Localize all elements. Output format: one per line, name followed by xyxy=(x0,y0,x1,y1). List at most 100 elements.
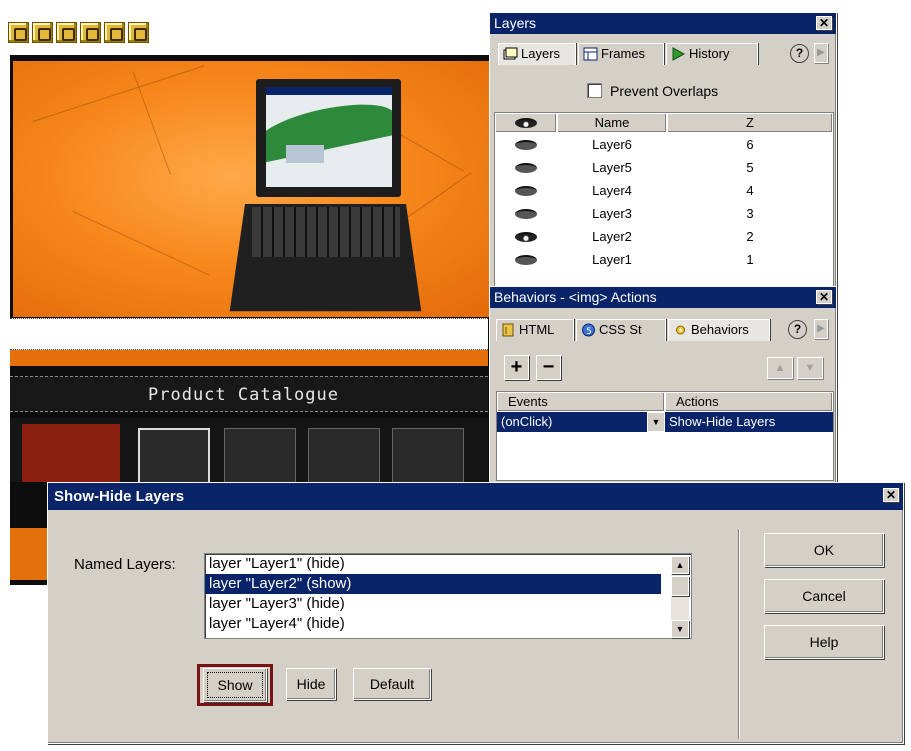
listbox-scrollbar[interactable]: ▲ ▼ xyxy=(671,556,689,638)
move-up-icon[interactable]: ▲ xyxy=(767,357,793,379)
visibility-cell[interactable] xyxy=(495,225,557,248)
tab-css-styles[interactable]: 5 CSS St xyxy=(576,319,666,341)
layer-name: Layer1 xyxy=(592,252,632,267)
behaviors-tabbar: HTML 5 CSS St Behaviors ? ▶ xyxy=(496,319,834,343)
ok-button[interactable]: OK xyxy=(764,533,884,567)
layer-row[interactable]: Layer5 5 xyxy=(495,156,833,179)
visibility-column-header[interactable] xyxy=(495,113,557,133)
remove-behavior-button[interactable]: − xyxy=(536,355,561,380)
layer-marker-icon[interactable] xyxy=(8,22,29,43)
tab-layers[interactable]: Layers xyxy=(498,43,576,65)
thumbnail-laptop[interactable] xyxy=(138,428,210,484)
thumbnail-tower[interactable] xyxy=(308,428,380,484)
tab-html[interactable]: HTML xyxy=(496,319,574,341)
layer-marker-icon[interactable] xyxy=(104,22,125,43)
tab-label: HTML xyxy=(519,322,555,337)
thumbnail-monitor[interactable] xyxy=(224,428,296,484)
layer-z-index: 3 xyxy=(746,206,754,221)
default-button[interactable]: Default xyxy=(353,668,431,700)
help-icon[interactable]: ? xyxy=(790,44,809,63)
layer-z-index: 4 xyxy=(746,183,754,198)
hide-button[interactable]: Hide xyxy=(286,668,336,700)
action-cell: Show-Hide Layers xyxy=(669,414,776,429)
css-icon: 5 xyxy=(582,323,595,337)
layers-titlebar[interactable]: Layers ✕ xyxy=(490,13,836,34)
prevent-overlaps-label: Prevent Overlaps xyxy=(610,83,719,99)
layer-list-item[interactable]: layer "Layer3" (hide) xyxy=(205,594,661,614)
prevent-overlaps-checkbox[interactable] xyxy=(587,83,602,98)
layer-list-item[interactable]: layer "Layer4" (hide) xyxy=(205,614,661,634)
tab-label: History xyxy=(689,46,730,61)
visibility-cell[interactable] xyxy=(495,248,557,271)
layer-row[interactable]: Layer6 6 xyxy=(495,133,833,156)
show-button[interactable]: Show xyxy=(203,668,267,702)
tab-label: Behaviors xyxy=(691,322,749,337)
chevron-right-icon[interactable]: ▶ xyxy=(814,43,828,63)
close-icon[interactable]: ✕ xyxy=(816,290,832,304)
scroll-down-icon[interactable]: ▼ xyxy=(671,620,689,638)
history-icon xyxy=(672,47,686,61)
visibility-cell[interactable] xyxy=(495,202,557,225)
behaviors-table-header: Events Actions xyxy=(497,392,833,412)
help-icon[interactable]: ? xyxy=(788,320,807,339)
add-behavior-button[interactable]: + xyxy=(504,355,529,380)
laptop-image[interactable] xyxy=(229,79,422,312)
move-down-icon[interactable]: ▼ xyxy=(797,357,823,379)
prevent-overlaps[interactable]: Prevent Overlaps xyxy=(587,83,718,99)
visibility-cell[interactable] xyxy=(495,133,557,156)
events-column-header[interactable]: Events xyxy=(497,392,665,412)
visibility-cell[interactable] xyxy=(495,156,557,179)
layer-row[interactable]: Layer4 4 xyxy=(495,179,833,202)
eye-closed-icon xyxy=(515,255,537,265)
z-column-header[interactable]: Z xyxy=(667,113,833,133)
layers-panel: Layers ✕ Layers Frames History ? ▶ Preve… xyxy=(489,12,837,300)
tab-label: CSS St xyxy=(599,322,642,337)
layer-marker-icon[interactable] xyxy=(128,22,149,43)
scroll-up-icon[interactable]: ▲ xyxy=(671,556,689,574)
layer-name: Layer5 xyxy=(592,160,632,175)
layer-marker-icon[interactable] xyxy=(56,22,77,43)
layer-row[interactable]: Layer2 2 xyxy=(495,225,833,248)
layer-row[interactable]: Layer3 3 xyxy=(495,202,833,225)
banner-image[interactable] xyxy=(13,61,498,317)
cancel-button[interactable]: Cancel xyxy=(764,579,884,613)
layer-z-index: 2 xyxy=(746,229,754,244)
thumbnail-red[interactable] xyxy=(22,424,120,482)
behaviors-title: Behaviors - <img> Actions xyxy=(494,289,657,305)
actions-column-header[interactable]: Actions xyxy=(665,392,833,412)
layer-list-item[interactable]: layer "Layer2" (show) xyxy=(205,574,661,594)
layer-name: Layer4 xyxy=(592,183,632,198)
layer-marker-icon[interactable] xyxy=(32,22,53,43)
visibility-cell[interactable] xyxy=(495,179,557,202)
eye-closed-icon xyxy=(515,163,537,173)
chevron-right-icon[interactable]: ▶ xyxy=(814,319,828,339)
thumbnail-keyboard[interactable] xyxy=(392,428,464,484)
name-column-header[interactable]: Name xyxy=(557,113,667,133)
layers-tabbar: Layers Frames History ? ▶ xyxy=(498,43,828,67)
layer-marker-row xyxy=(8,22,149,43)
named-layers-listbox[interactable]: layer "Layer1" (hide) layer "Layer2" (sho… xyxy=(204,553,692,639)
layer-list-item[interactable]: layer "Layer1" (hide) xyxy=(205,554,661,574)
behavior-row[interactable]: (onClick) ▼ Show-Hide Layers xyxy=(497,412,833,432)
help-button[interactable]: Help xyxy=(764,625,884,659)
tab-history[interactable]: History xyxy=(666,43,758,65)
close-icon[interactable]: ✕ xyxy=(816,16,832,30)
behaviors-titlebar[interactable]: Behaviors - <img> Actions ✕ xyxy=(490,287,836,308)
catalogue-title: Product Catalogue xyxy=(148,385,339,405)
layer-marker-icon[interactable] xyxy=(80,22,101,43)
tab-frames[interactable]: Frames xyxy=(578,43,664,65)
behaviors-table: Events Actions (onClick) ▼ Show-Hide Lay… xyxy=(496,391,834,481)
eye-icon xyxy=(515,118,537,128)
layers-icon xyxy=(503,47,518,60)
dialog-title: Show-Hide Layers xyxy=(54,488,185,505)
close-icon[interactable]: ✕ xyxy=(883,488,899,502)
layer-row[interactable]: Layer1 1 xyxy=(495,248,833,271)
dialog-titlebar[interactable]: Show-Hide Layers ✕ xyxy=(48,483,903,510)
layer-z-index: 6 xyxy=(746,137,754,152)
tab-label: Frames xyxy=(601,46,646,61)
scroll-thumb[interactable] xyxy=(671,576,689,596)
product-thumbnails xyxy=(10,418,488,484)
tab-behaviors[interactable]: Behaviors xyxy=(668,319,770,341)
chevron-down-icon[interactable]: ▼ xyxy=(647,412,665,432)
layer-z-index: 5 xyxy=(746,160,754,175)
